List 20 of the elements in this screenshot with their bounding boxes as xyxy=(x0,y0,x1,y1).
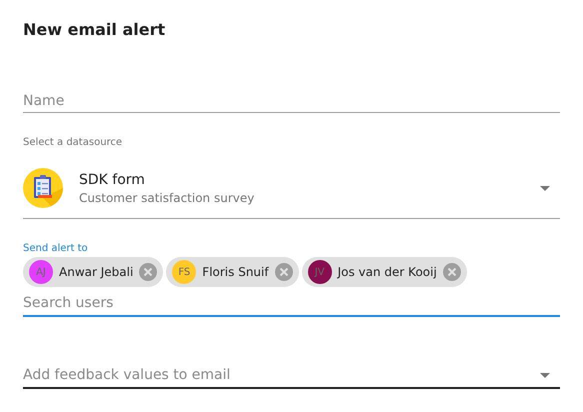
field-label: Send alert to xyxy=(23,243,89,254)
dropdown-icon xyxy=(540,186,550,190)
user-chip[interactable]: AJ Anwar Jebali xyxy=(23,257,164,287)
remove-icon[interactable] xyxy=(442,263,461,281)
user-chip[interactable]: FS Floris Snuif xyxy=(166,257,299,287)
datasource-subtitle: Customer satisfaction survey xyxy=(79,190,256,204)
datasource-select[interactable]: SDK form Customer satisfaction survey xyxy=(23,158,560,219)
dialog-title: New email alert xyxy=(23,20,166,41)
avatar: JV xyxy=(308,260,332,284)
avatar: FS xyxy=(172,260,196,284)
avatar: AJ xyxy=(29,260,53,284)
field-label: Select a datasource xyxy=(23,137,124,148)
datasource-title: SDK form xyxy=(79,172,146,188)
dropdown-icon xyxy=(540,372,550,378)
user-chip[interactable]: JV Jos van der Kooij xyxy=(302,257,467,287)
search-field[interactable]: Search users xyxy=(23,293,560,317)
remove-icon[interactable] xyxy=(274,263,293,281)
clipboard-icon xyxy=(23,168,63,208)
name-field[interactable]: Name xyxy=(23,89,560,113)
remove-icon[interactable] xyxy=(139,263,158,281)
